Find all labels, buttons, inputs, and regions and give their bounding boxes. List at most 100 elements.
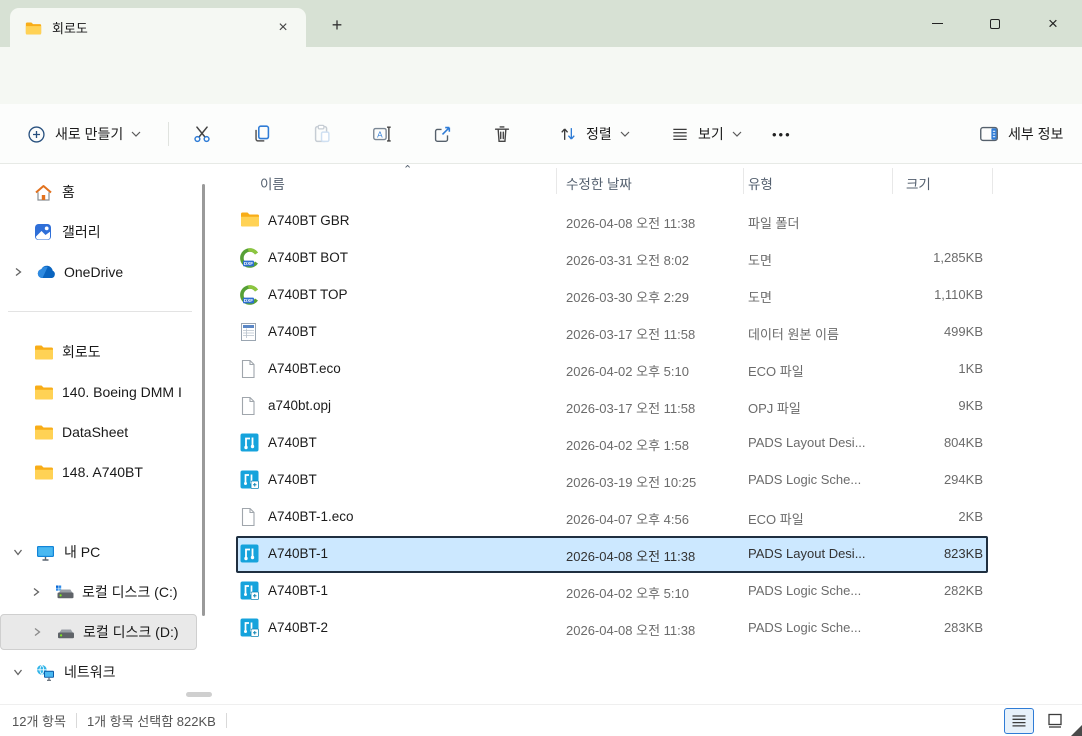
pads-logic-icon: [240, 581, 262, 600]
ellipsis-icon: •••: [772, 127, 792, 142]
close-button[interactable]: ×: [1024, 0, 1082, 47]
file-row[interactable]: A740BT 2026-04-02 오후 1:58 PADS Layout De…: [236, 425, 988, 462]
file-type: ECO 파일: [748, 509, 804, 528]
details-view-button[interactable]: [1004, 708, 1034, 734]
column-divider[interactable]: [992, 168, 993, 194]
sidebar-item-drive-c[interactable]: 로컬 디스크 (C:): [0, 574, 197, 610]
file-date-modified: 2026-03-17 오전 11:58: [566, 324, 695, 343]
file-name: A740BT: [268, 472, 317, 487]
window-controls: ×: [908, 0, 1082, 47]
file-explorer-window: 회로도 × + × ← → ↑ › ••• PROJECT › 148. A74…: [0, 0, 1082, 736]
file-row[interactable]: A740BT-1 2026-04-02 오후 5:10 PADS Logic S…: [236, 573, 988, 610]
minimize-button[interactable]: [908, 0, 966, 47]
large-icons-view-icon: [1047, 713, 1063, 729]
sidebar-item-circuit-folder[interactable]: 회로도: [0, 334, 197, 370]
file-type: ECO 파일: [748, 361, 804, 380]
delete-button[interactable]: [482, 116, 522, 152]
column-headers: ⌃ 이름 수정한 날짜 유형 크기: [220, 164, 1082, 199]
sidebar-item-148-a740bt[interactable]: 148. A740BT: [0, 454, 197, 490]
chevron-right-icon[interactable]: [30, 586, 42, 598]
new-tab-button[interactable]: +: [324, 13, 350, 37]
folder-icon: [34, 384, 54, 400]
tab-close-icon[interactable]: ×: [272, 17, 294, 39]
sidebar-item-gallery[interactable]: 갤러리: [0, 214, 197, 250]
status-divider: [76, 713, 77, 728]
svg-text:A: A: [377, 130, 383, 139]
chevron-down-icon: [620, 131, 630, 137]
chevron-right-icon[interactable]: [12, 266, 24, 278]
column-header-size[interactable]: 크기: [906, 173, 931, 193]
file-name: A740BT-1.eco: [268, 509, 354, 524]
file-row[interactable]: A740BT 2026-03-17 오전 11:58 데이터 원본 이름 499…: [236, 314, 988, 351]
file-row[interactable]: A740BT-1.eco 2026-04-07 오후 4:56 ECO 파일 2…: [236, 499, 988, 536]
file-size: 282KB: [816, 583, 983, 598]
column-header-type[interactable]: 유형: [748, 173, 773, 193]
sidebar-item-this-pc[interactable]: 내 PC: [0, 534, 197, 570]
chevron-down-icon[interactable]: [12, 666, 24, 678]
home-icon: [34, 184, 53, 201]
file-row[interactable]: A740BT.eco 2026-04-02 오후 5:10 ECO 파일 1KB: [236, 351, 988, 388]
more-options-button[interactable]: •••: [762, 116, 802, 152]
column-header-date[interactable]: 수정한 날짜: [566, 173, 632, 193]
file-name: A740BT: [268, 435, 317, 450]
explorer-tab[interactable]: 회로도 ×: [10, 8, 306, 47]
sidebar-item-drive-d[interactable]: 로컬 디스크 (D:): [0, 614, 197, 650]
folder-icon: [34, 344, 54, 360]
sidebar-scrollbar[interactable]: [202, 184, 205, 616]
command-toolbar: 새로 만들기 A 정렬 보기: [0, 104, 1082, 164]
file-row[interactable]: A740BT 2026-03-19 오전 10:25 PADS Logic Sc…: [236, 462, 988, 499]
pads-logic-icon: [240, 618, 262, 637]
plus-circle-icon: [26, 124, 47, 145]
sidebar-item-datasheet[interactable]: DataSheet: [0, 414, 197, 450]
file-row[interactable]: DXF A740BT BOT 2026-03-31 오전 8:02 도면 1,2…: [236, 240, 988, 277]
column-divider[interactable]: [556, 168, 557, 194]
sidebar-item-onedrive[interactable]: OneDrive: [0, 254, 197, 290]
sort-icon: [558, 124, 578, 144]
maximize-button[interactable]: [966, 0, 1024, 47]
this-pc-icon: [36, 544, 55, 561]
network-icon: [36, 664, 55, 681]
file-size: 1,110KB: [816, 287, 983, 302]
sidebar-item-network[interactable]: 네트워크: [0, 654, 197, 690]
cut-button[interactable]: [182, 116, 222, 152]
resize-grip[interactable]: [1071, 725, 1082, 736]
data-icon: [240, 322, 262, 342]
new-button[interactable]: 새로 만들기: [16, 116, 151, 152]
file-row[interactable]: A740BT-2 2026-04-08 오전 11:38 PADS Logic …: [236, 610, 988, 647]
chevron-right-icon[interactable]: [31, 626, 43, 638]
paste-button[interactable]: [302, 116, 342, 152]
column-header-name[interactable]: 이름: [260, 173, 285, 193]
rename-button[interactable]: A: [362, 116, 402, 152]
column-divider[interactable]: [743, 168, 744, 194]
file-list: ⌃ 이름 수정한 날짜 유형 크기 A740BT GBR 2026-04-08 …: [220, 164, 1082, 704]
file-row[interactable]: DXF A740BT TOP 2026-03-30 오후 2:29 도면 1,1…: [236, 277, 988, 314]
rename-icon: A: [371, 123, 393, 145]
sidebar-item-home[interactable]: 홈: [0, 174, 197, 210]
tab-title: 회로도: [52, 18, 272, 37]
sidebar-item-140-boeing[interactable]: 140. Boeing DMM I: [0, 374, 197, 410]
large-icons-view-button[interactable]: [1040, 708, 1070, 734]
folder-icon: [25, 21, 42, 35]
file-name: A740BT GBR: [268, 213, 350, 228]
svg-text:DXF: DXF: [244, 261, 253, 266]
details-pane-button[interactable]: 세부 정보: [968, 116, 1073, 152]
file-name: A740BT-1: [268, 546, 328, 561]
file-date-modified: 2026-03-19 오전 10:25: [566, 472, 696, 491]
file-size: 283KB: [816, 620, 983, 635]
share-button[interactable]: [422, 116, 462, 152]
file-row[interactable]: A740BT-1 2026-04-08 오전 11:38 PADS Layout…: [236, 536, 988, 573]
file-row[interactable]: a740bt.opj 2026-03-17 오전 11:58 OPJ 파일 9K…: [236, 388, 988, 425]
chevron-down-icon[interactable]: [12, 546, 24, 558]
sidebar-horizontal-scrollbar[interactable]: [186, 692, 212, 697]
view-button[interactable]: 보기: [660, 116, 752, 152]
file-date-modified: 2026-04-08 오전 11:38: [566, 546, 695, 565]
main-content: 홈 갤러리 OneDrive 회로도 140. Boeing DMM I: [0, 164, 1082, 704]
copy-button[interactable]: [242, 116, 282, 152]
minimize-icon: [932, 23, 943, 24]
sort-button[interactable]: 정렬: [548, 116, 640, 152]
column-divider[interactable]: [892, 168, 893, 194]
sort-ascending-icon: ⌃: [403, 163, 412, 176]
file-row[interactable]: A740BT GBR 2026-04-08 오전 11:38 파일 폴더: [236, 203, 988, 240]
file-name: a740bt.opj: [268, 398, 331, 413]
file-type: OPJ 파일: [748, 398, 801, 417]
